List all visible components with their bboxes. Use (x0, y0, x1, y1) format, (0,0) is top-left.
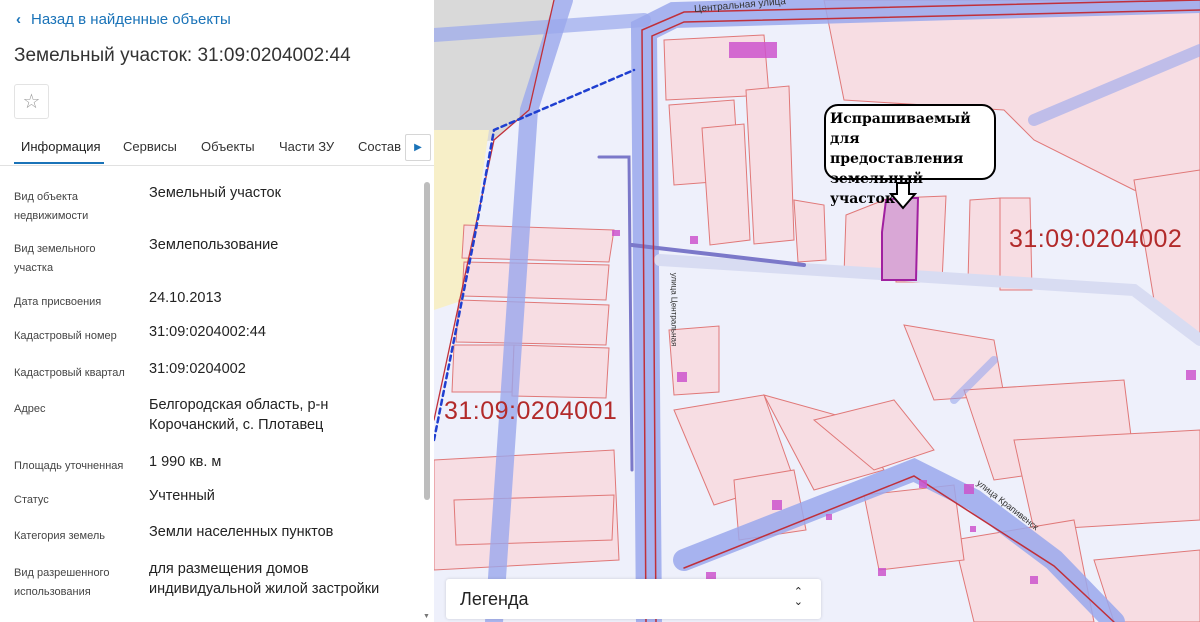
tab-bar: Информация Сервисы Объекты Части ЗУ Сост… (0, 130, 434, 166)
field-label: Вид объекта недвижимости (14, 191, 89, 222)
back-label: Назад в найденные объекты (31, 11, 231, 28)
page-title: Земельный участок: 31:09:0204002:44 (14, 45, 351, 66)
field-value: для размещения домов индивидуальной жило… (149, 561, 380, 597)
scroll-thumb[interactable] (424, 182, 430, 500)
map-canvas[interactable] (434, 0, 1200, 622)
panel-scrollbar[interactable]: ▼ (423, 178, 431, 622)
field-label: Кадастровый квартал (14, 367, 125, 379)
field-label: Категория земель (14, 530, 105, 542)
back-link[interactable]: ‹ Назад в найденные объекты (16, 11, 231, 28)
field-label: Дата присвоения (14, 296, 102, 308)
scroll-down-icon[interactable]: ▼ (423, 613, 430, 620)
map-view[interactable]: Центральная улица улица Крапивенск улица… (434, 0, 1200, 622)
triangle-right-icon: ▶ (414, 142, 422, 153)
up-down-chevron-icon: ⌃ ⌄ (793, 586, 803, 608)
field-value: Земли населенных пунктов (149, 524, 334, 540)
tab-information[interactable]: Информация (21, 139, 101, 154)
callout-annotation: Испрашиваемый для предоставления земельн… (824, 104, 996, 207)
field-label: Площадь уточненная (14, 460, 124, 472)
tab-composition[interactable]: Состав (358, 139, 401, 154)
field-value: Учтенный (149, 488, 215, 504)
field-value: 24.10.2013 (149, 290, 222, 306)
field-value: 1 990 кв. м (149, 454, 222, 470)
quarter-label-0204001: 31:09:0204001 (444, 397, 618, 425)
field-label: Вид земельного участка (14, 243, 96, 274)
field-value: Земельный участок (149, 185, 281, 201)
legend-dropdown[interactable]: Легенда ⌃ ⌄ (446, 579, 821, 619)
field-label: Статус (14, 494, 49, 506)
field-value: 31:09:0204002:44 (149, 324, 266, 340)
favorite-button[interactable]: ☆ (14, 84, 49, 119)
legend-label: Легенда (460, 589, 529, 609)
info-panel: ‹ Назад в найденные объекты Земельный уч… (0, 0, 434, 622)
field-label: Адрес (14, 403, 46, 415)
street-label-central-vertical: улица Центральная (669, 272, 679, 347)
chevron-left-icon: ‹ (16, 11, 21, 28)
tabs-next-button[interactable]: ▶ (405, 134, 431, 161)
field-label: Вид разрешенного использования (14, 567, 110, 598)
tab-parts[interactable]: Части ЗУ (279, 139, 334, 154)
tab-services[interactable]: Сервисы (123, 139, 177, 154)
tab-objects[interactable]: Объекты (201, 139, 255, 154)
field-label: Кадастровый номер (14, 330, 117, 342)
quarter-label-0204002: 31:09:0204002 (1009, 225, 1183, 253)
field-value: 31:09:0204002 (149, 361, 246, 377)
star-icon: ☆ (22, 91, 41, 113)
field-value: Белгородская область, р-н Корочанский, с… (149, 397, 329, 433)
field-value: Землепользование (149, 237, 279, 253)
active-tab-indicator (14, 162, 104, 164)
